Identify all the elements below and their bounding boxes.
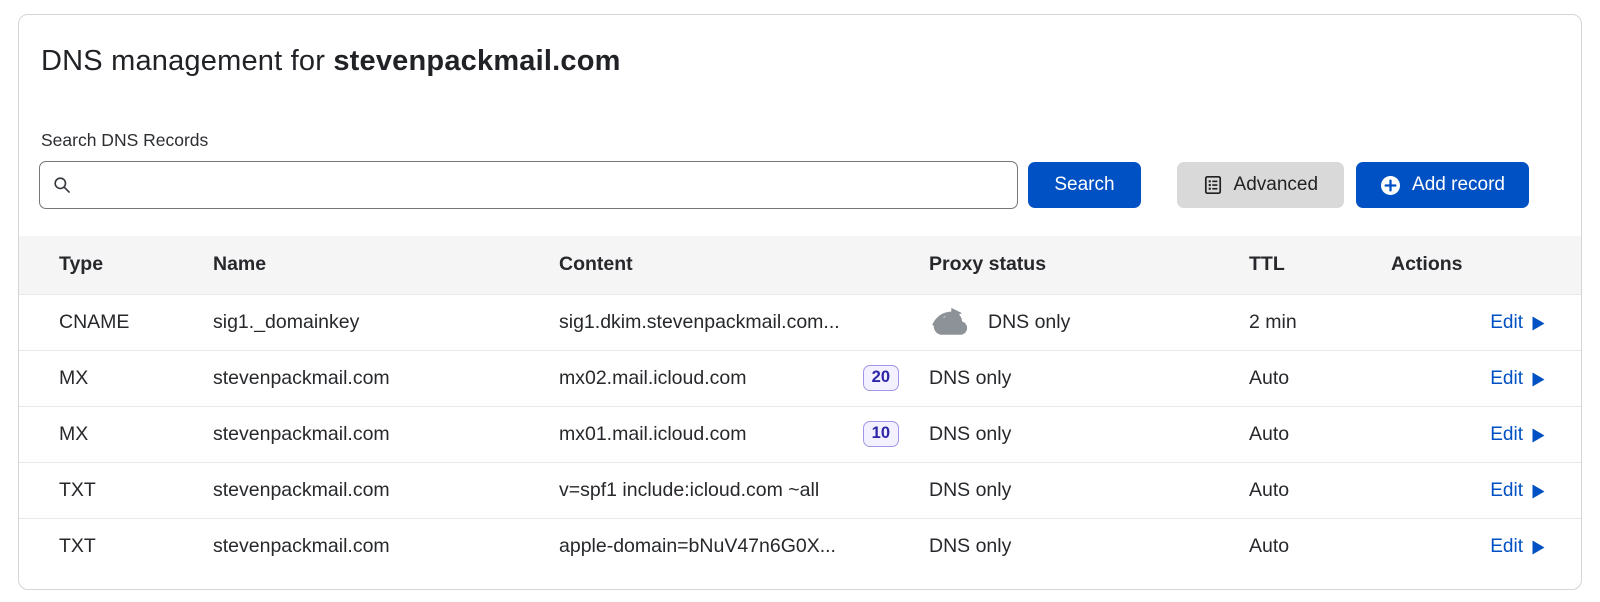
search-dns-records-label: Search DNS Records: [41, 130, 1559, 151]
dns-record-row: MX stevenpackmail.com mx02.mail.icloud.c…: [19, 350, 1581, 406]
record-ttl: Auto: [1231, 406, 1373, 462]
column-header-content: Content: [559, 236, 901, 294]
record-name: stevenpackmail.com: [213, 350, 559, 406]
record-name: stevenpackmail.com: [213, 462, 559, 518]
record-proxy-status: DNS only: [988, 311, 1070, 334]
column-header-proxy-status: Proxy status: [901, 236, 1231, 294]
dns-record-row: TXT stevenpackmail.com v=spf1 include:ic…: [19, 462, 1581, 518]
search-input[interactable]: [39, 161, 1018, 209]
dns-records-table: Type Name Content Proxy status TTL Actio…: [19, 236, 1581, 574]
caret-right-icon: [1532, 428, 1545, 443]
edit-link-label: Edit: [1490, 312, 1523, 334]
dns-record-row: MX stevenpackmail.com mx01.mail.icloud.c…: [19, 406, 1581, 462]
column-header-ttl: TTL: [1231, 236, 1373, 294]
edit-record-link[interactable]: Edit: [1490, 424, 1545, 446]
page-title-prefix: DNS management for: [41, 45, 333, 77]
record-content: mx02.mail.icloud.com: [559, 367, 746, 390]
advanced-list-icon: [1203, 175, 1223, 195]
record-type: MX: [19, 350, 213, 406]
column-header-type: Type: [19, 236, 213, 294]
record-proxy-status: DNS only: [929, 479, 1011, 502]
record-type: MX: [19, 406, 213, 462]
add-record-button[interactable]: Add record: [1356, 162, 1529, 208]
table-header-row: Type Name Content Proxy status TTL Actio…: [19, 236, 1581, 294]
edit-link-label: Edit: [1490, 536, 1523, 558]
record-name: stevenpackmail.com: [213, 406, 559, 462]
edit-record-link[interactable]: Edit: [1490, 536, 1545, 558]
edit-record-link[interactable]: Edit: [1490, 312, 1545, 334]
page-title: DNS management for stevenpackmail.com: [41, 45, 1559, 78]
add-record-button-label: Add record: [1412, 174, 1505, 196]
advanced-button[interactable]: Advanced: [1177, 162, 1345, 208]
record-proxy-status: DNS only: [929, 423, 1011, 446]
search-button[interactable]: Search: [1028, 162, 1140, 208]
record-ttl: Auto: [1231, 350, 1373, 406]
record-content: v=spf1 include:icloud.com ~all: [559, 479, 819, 502]
edit-record-link[interactable]: Edit: [1490, 368, 1545, 390]
search-controls-row: Search Advanced Add record: [19, 161, 1581, 209]
mx-priority-badge: 20: [863, 365, 899, 391]
page-title-domain: stevenpackmail.com: [333, 45, 620, 77]
column-header-actions: Actions: [1373, 236, 1581, 294]
edit-record-link[interactable]: Edit: [1490, 480, 1545, 502]
record-name: sig1._domainkey: [213, 294, 559, 350]
advanced-button-label: Advanced: [1234, 174, 1319, 196]
record-type: TXT: [19, 462, 213, 518]
record-content: apple-domain=bNuV47n6G0X...: [559, 535, 836, 558]
mx-priority-badge: 10: [863, 421, 899, 447]
dns-only-cloud-icon: [929, 305, 975, 339]
edit-link-label: Edit: [1490, 424, 1523, 446]
record-type: CNAME: [19, 294, 213, 350]
record-content: sig1.dkim.stevenpackmail.com...: [559, 311, 840, 334]
record-name: stevenpackmail.com: [213, 518, 559, 574]
record-content: mx01.mail.icloud.com: [559, 423, 746, 446]
caret-right-icon: [1532, 540, 1545, 555]
search-box: [39, 161, 1018, 209]
search-button-label: Search: [1054, 174, 1114, 196]
caret-right-icon: [1532, 372, 1545, 387]
record-proxy-status: DNS only: [929, 367, 1011, 390]
record-ttl: 2 min: [1231, 294, 1373, 350]
record-type: TXT: [19, 518, 213, 574]
caret-right-icon: [1532, 316, 1545, 331]
record-ttl: Auto: [1231, 462, 1373, 518]
edit-link-label: Edit: [1490, 368, 1523, 390]
record-ttl: Auto: [1231, 518, 1373, 574]
plus-circle-icon: [1380, 175, 1401, 196]
record-proxy-status: DNS only: [929, 535, 1011, 558]
dns-record-row: TXT stevenpackmail.com apple-domain=bNuV…: [19, 518, 1581, 574]
dns-management-card: DNS management for stevenpackmail.com Se…: [18, 14, 1582, 590]
caret-right-icon: [1532, 484, 1545, 499]
edit-link-label: Edit: [1490, 480, 1523, 502]
dns-record-row: CNAME sig1._domainkey sig1.dkim.stevenpa…: [19, 294, 1581, 350]
column-header-name: Name: [213, 236, 559, 294]
